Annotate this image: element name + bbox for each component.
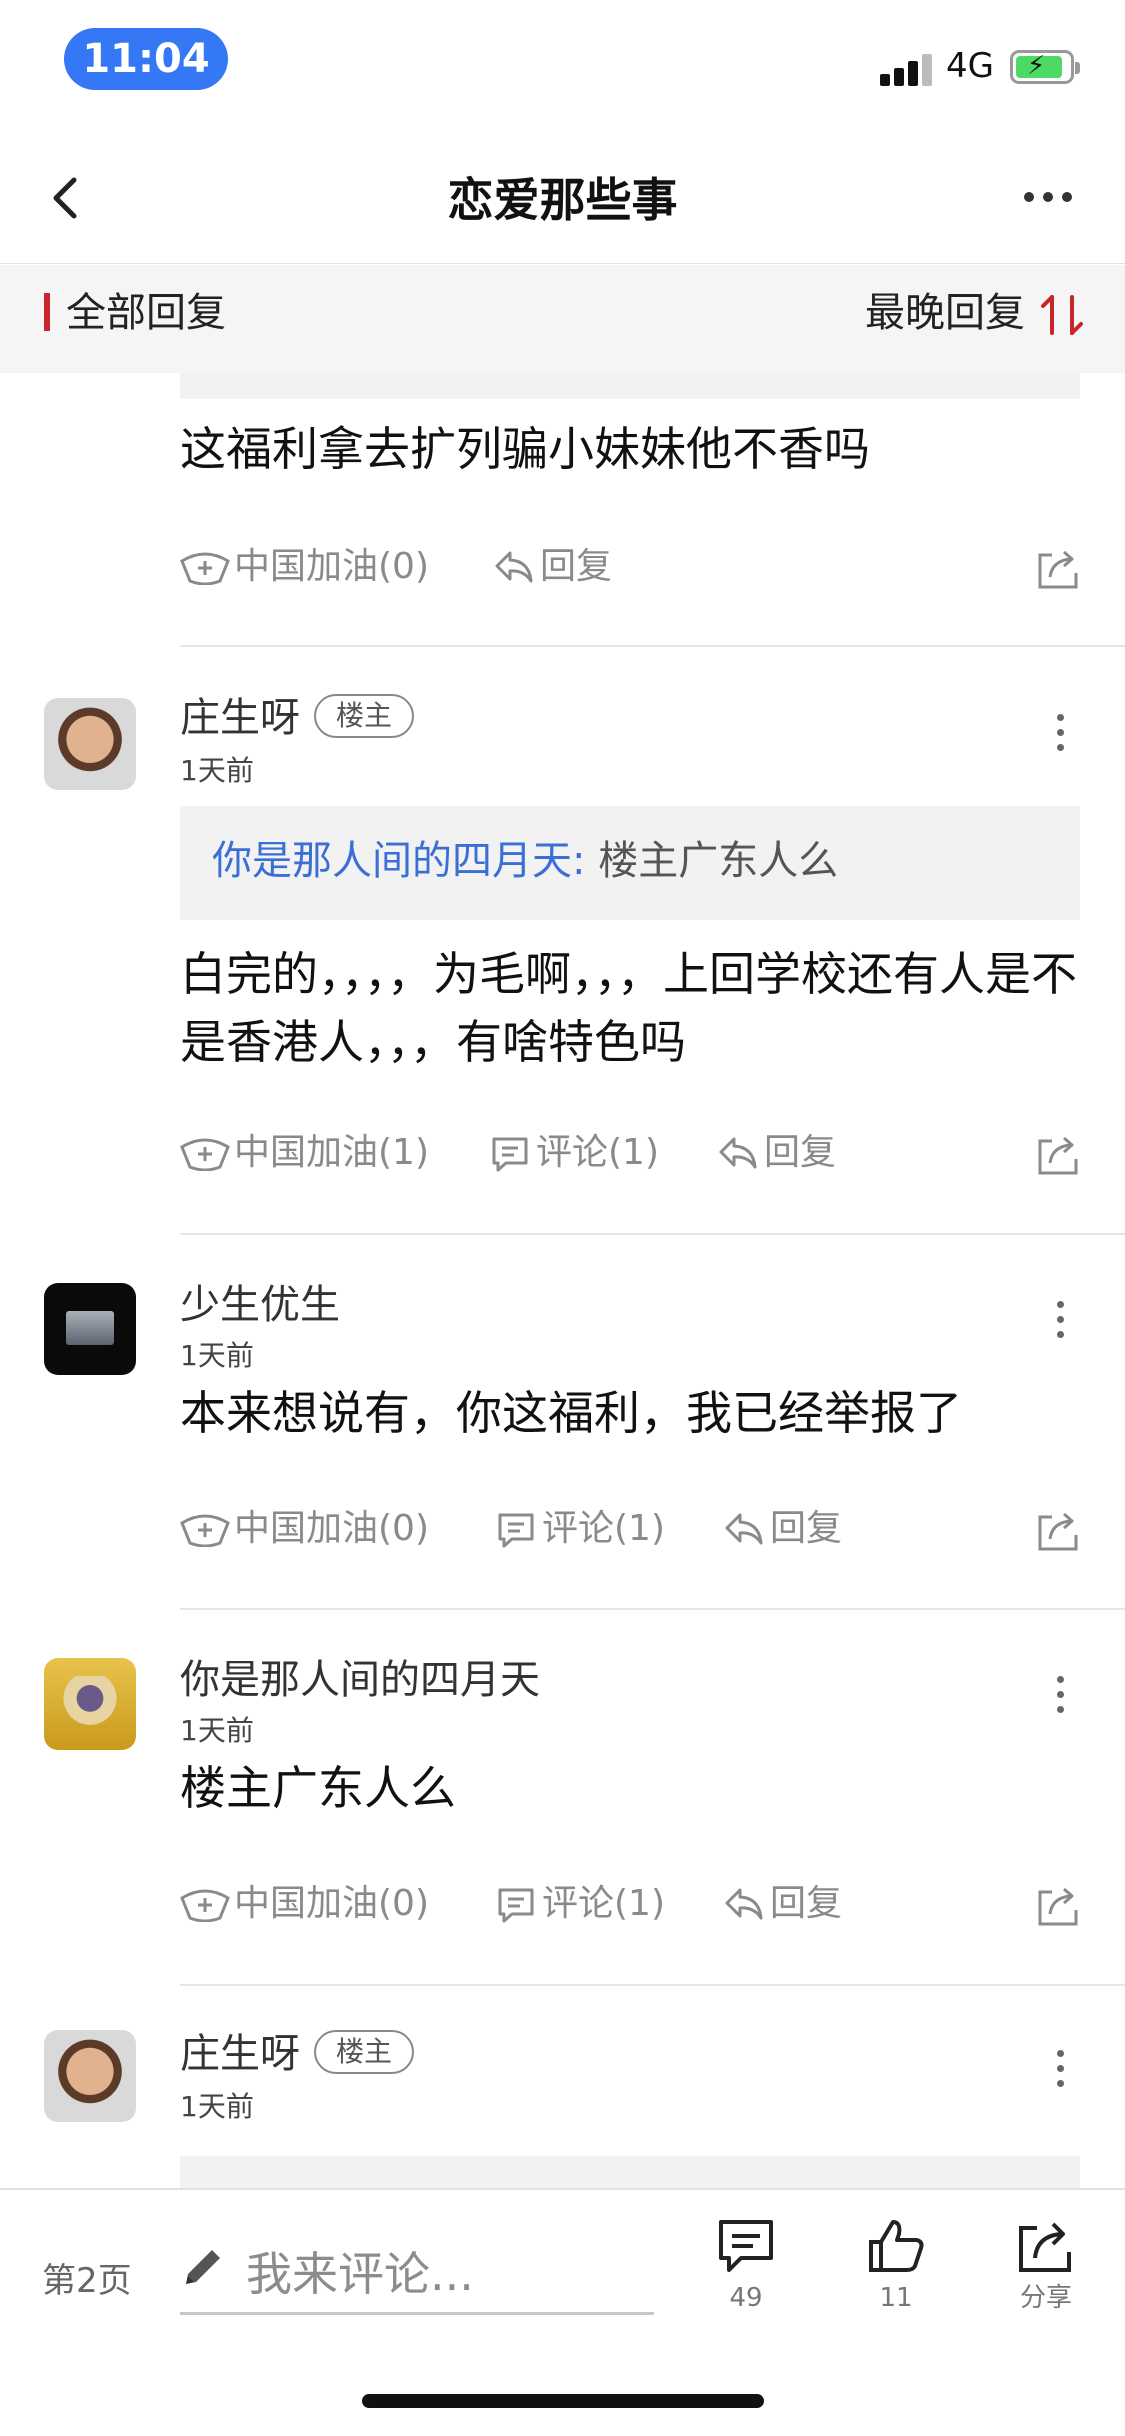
reply-icon: [719, 1137, 757, 1169]
reply-item: 少生优生 1天前 本来想说有，你这福利，我已经举报了 中国加油(0) 评论(1)…: [0, 1235, 1125, 1610]
post-time: 1天前: [180, 2090, 254, 2123]
post-time: 1天前: [180, 1714, 254, 1747]
like-button[interactable]: 11: [846, 2216, 946, 2328]
avatar[interactable]: [44, 1658, 136, 1750]
reply-label: 回复: [770, 1883, 843, 1924]
divider: [180, 645, 1125, 647]
quote-text: 你是那人间的四月天: 楼主广东人么: [212, 836, 838, 886]
pencil-icon: [186, 2250, 220, 2284]
username-row: 庄生呀 楼主: [180, 2030, 415, 2078]
post-menu-icon[interactable]: [1054, 1676, 1066, 1716]
username[interactable]: 你是那人间的四月天: [180, 1656, 540, 1704]
thumbs-up-icon: [869, 2220, 924, 2272]
username[interactable]: 少生优生: [180, 1281, 340, 1329]
comments-button[interactable]: 49: [696, 2216, 796, 2328]
sort-latest-button[interactable]: 最晚回复: [865, 289, 1025, 337]
quote-content: 楼主广东人么: [585, 838, 839, 884]
avatar[interactable]: [44, 2030, 136, 2122]
nav-bar: 恋爱那些事: [0, 132, 1125, 264]
action-row: 中国加油(0) 评论(1) 回复: [180, 1501, 1080, 1557]
post-menu-icon[interactable]: [1054, 1301, 1066, 1341]
cheer-label: 中国加油(0): [234, 1883, 429, 1924]
reply-body: 这福利拿去扩列骗小妹妹他不香吗: [180, 422, 870, 476]
reply-item: 报了 这福利拿去扩列骗小妹妹他不香吗 中国加油(0) 回复: [0, 373, 1125, 648]
owner-badge: 楼主: [314, 2030, 415, 2074]
cheer-icon: [180, 1889, 230, 1922]
cheer-icon: [180, 552, 230, 585]
share-icon: [1019, 2222, 1071, 2272]
filter-marker: [44, 293, 50, 331]
quote-box: [180, 2156, 1080, 2188]
comment-icon: [492, 1137, 528, 1172]
likes-count: 11: [879, 2283, 913, 2313]
comment-icon: [719, 2220, 773, 2272]
reply-icon: [725, 1888, 763, 1920]
comment-label: 评论(1): [542, 1508, 665, 1549]
reply-item: 庄生呀 楼主 1天前: [0, 1986, 1125, 2188]
comment-icon: [498, 1513, 534, 1548]
status-time: 11:04: [64, 28, 228, 90]
filter-bar: 全部回复 最晚回复: [0, 265, 1125, 373]
share-icon[interactable]: [1036, 1133, 1080, 1177]
action-row: 中国加油(0) 评论(1) 回复: [180, 1876, 1080, 1932]
reply-icon: [725, 1513, 763, 1545]
cheer-icon: [180, 1138, 230, 1171]
reply-body: 楼主广东人么: [180, 1761, 456, 1815]
replies-list: 报了 这福利拿去扩列骗小妹妹他不香吗 中国加油(0) 回复 庄生呀楼主 1天前 …: [0, 373, 1125, 2188]
more-icon[interactable]: [1024, 192, 1074, 206]
quote-box[interactable]: 你是那人间的四月天: 楼主广东人么: [180, 806, 1080, 920]
share-icon[interactable]: [1036, 1884, 1080, 1928]
reply-body: 白完的，，，，为毛啊，，，上回学校还有人是不是香港人，，，有啥特色吗: [180, 947, 1077, 1069]
username[interactable]: 庄生呀: [180, 2031, 300, 2077]
post-menu-icon[interactable]: [1054, 2050, 1066, 2090]
input-underline: [180, 2312, 654, 2315]
comments-count: 49: [729, 2283, 763, 2313]
post-time: 1天前: [180, 1339, 254, 1372]
page-indicator[interactable]: 第2页: [42, 2260, 132, 2302]
comment-input[interactable]: [246, 2246, 646, 2302]
cheer-label: 中国加油(1): [234, 1132, 429, 1173]
quote-user: 你是那人间的四月天:: [212, 838, 586, 884]
share-label: 分享: [1019, 2283, 1072, 2313]
all-replies-tab[interactable]: 全部回复: [66, 289, 226, 337]
home-indicator[interactable]: [362, 2394, 764, 2408]
signal-icon: [880, 52, 936, 86]
comment-label: 评论(1): [542, 1883, 665, 1924]
share-button[interactable]: 分享: [996, 2216, 1096, 2328]
cheer-label: 中国加油(0): [234, 546, 429, 587]
post-time: 1天前: [180, 754, 254, 787]
status-bar: 11:04 4G ⚡: [0, 0, 1125, 132]
page-title: 恋爱那些事: [447, 173, 678, 227]
sort-icon[interactable]: [1038, 291, 1086, 339]
reply-item: 庄生呀 楼主 1天前 你是那人间的四月天: 楼主广东人么 白完的，，，，为毛啊，，…: [0, 648, 1125, 1235]
reply-label: 回复: [764, 1132, 837, 1173]
avatar[interactable]: [44, 1283, 136, 1375]
battery-icon: ⚡: [1010, 50, 1080, 84]
post-menu-icon[interactable]: [1054, 714, 1066, 754]
network-type: 4G: [946, 46, 994, 86]
comment-label: 评论(1): [536, 1132, 659, 1173]
reply-body: 本来想说有，你这福利，我已经举报了: [180, 1386, 962, 1440]
username-row: 庄生呀 楼主: [180, 694, 415, 742]
owner-badge: 楼主: [314, 694, 415, 738]
cheer-label: 中国加油(0): [234, 1508, 429, 1549]
quote-box: 报了: [180, 373, 1080, 399]
action-row: 中国加油(1) 评论(1) 回复: [180, 1125, 1080, 1181]
avatar[interactable]: [44, 698, 136, 790]
action-row: 中国加油(0) 回复: [180, 539, 1080, 595]
comment-icon: [498, 1888, 534, 1923]
reply-icon: [495, 551, 533, 583]
username[interactable]: 庄生呀: [180, 695, 300, 741]
cheer-icon: [180, 1514, 230, 1547]
reply-label: 回复: [770, 1508, 843, 1549]
reply-item: 你是那人间的四月天 1天前 楼主广东人么 中国加油(0) 评论(1) 回复: [0, 1610, 1125, 1986]
quote-text: 报了: [212, 373, 292, 377]
share-icon[interactable]: [1036, 1509, 1080, 1553]
share-icon[interactable]: [1036, 547, 1080, 591]
reply-label: 回复: [540, 546, 613, 587]
